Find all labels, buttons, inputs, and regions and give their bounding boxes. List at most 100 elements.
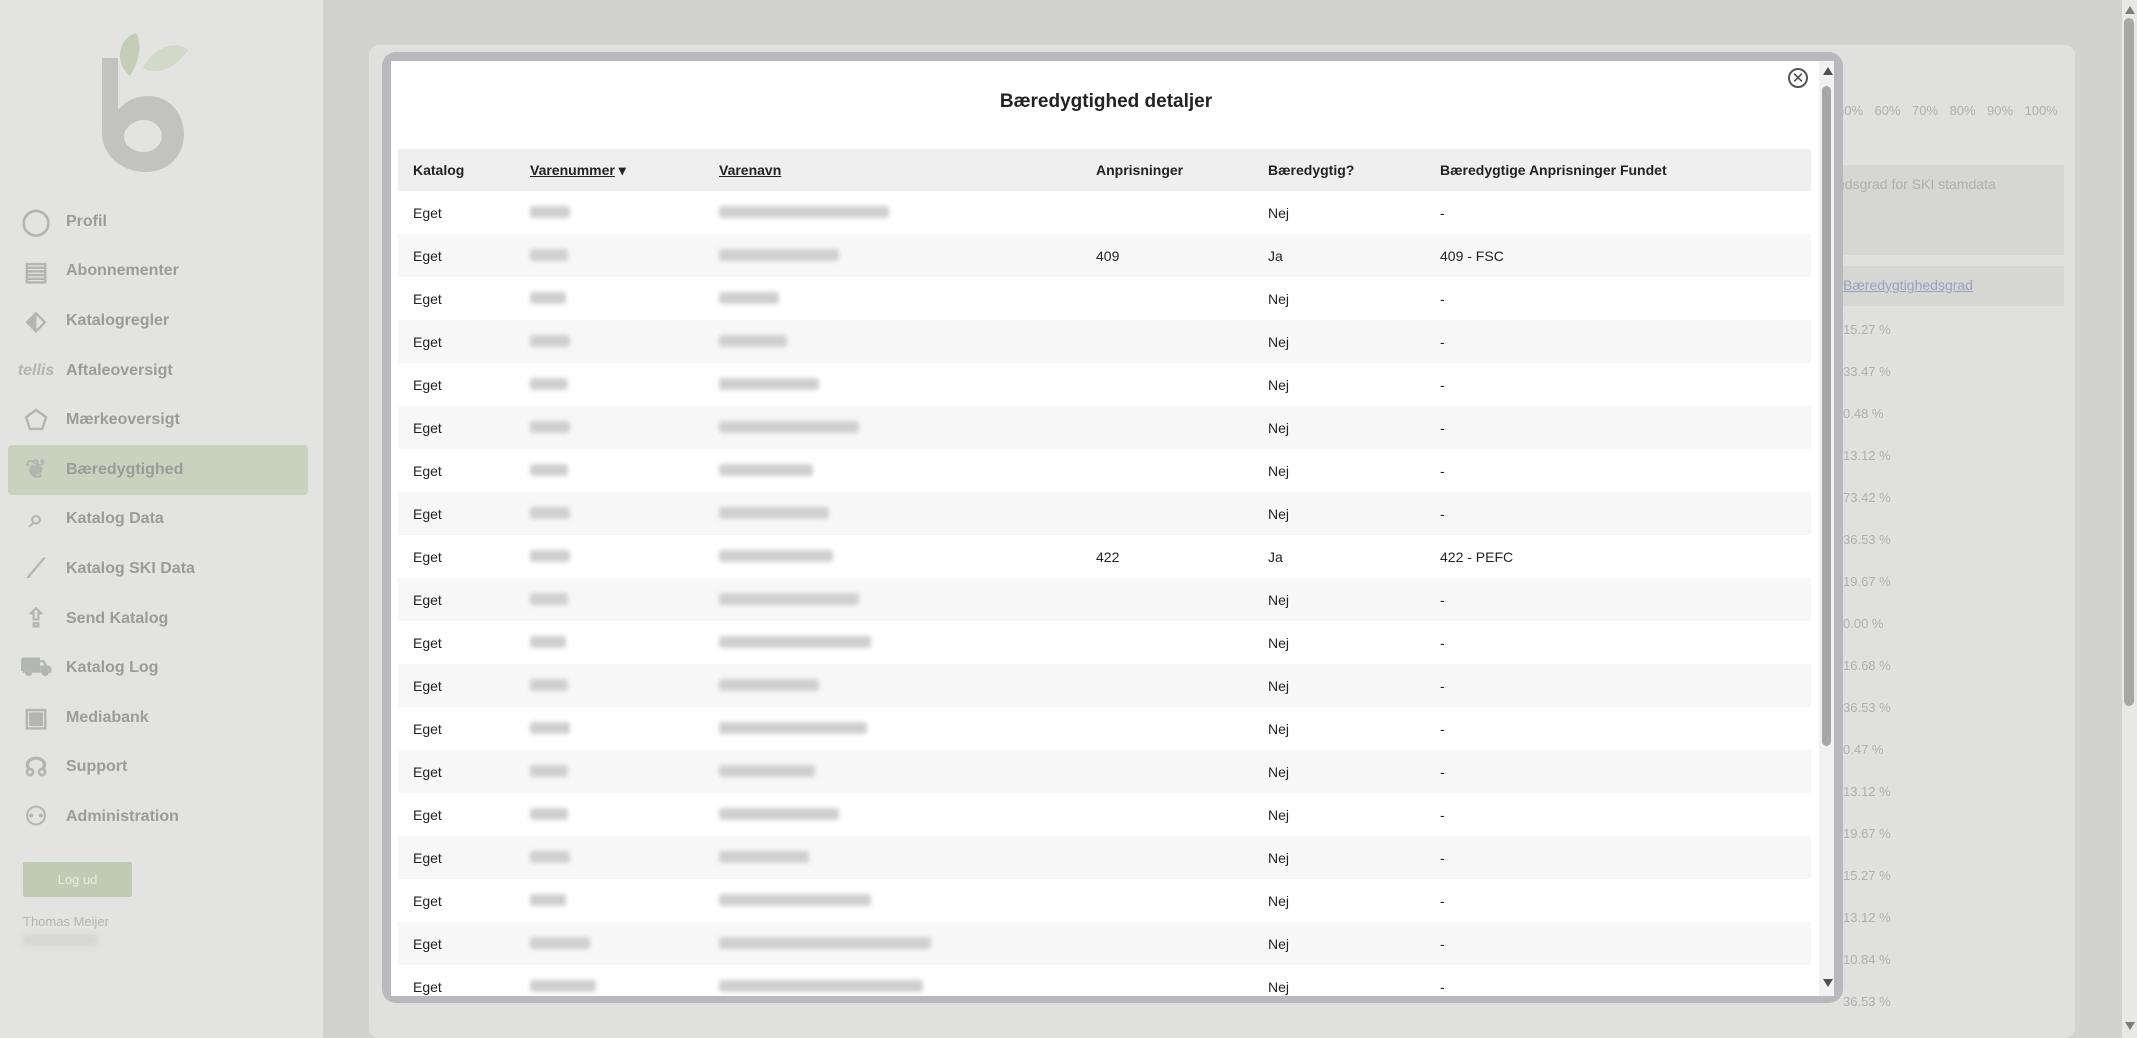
cell-anprisninger: 409 xyxy=(1096,247,1120,264)
scroll-down-arrow-icon[interactable] xyxy=(1823,979,1833,987)
cell-baeredygtig: Nej xyxy=(1268,634,1290,651)
cell-anprisninger xyxy=(1081,449,1253,492)
tag-icon: ⬠ xyxy=(24,404,48,435)
cell-varenummer-redacted xyxy=(515,535,704,578)
cell-varenummer-redacted xyxy=(515,922,704,965)
cell-fundet: - xyxy=(1440,763,1445,780)
cell-fundet: - xyxy=(1440,935,1445,952)
page-scrollbar-thumb[interactable] xyxy=(2124,18,2134,706)
cell-varenavn-redacted xyxy=(704,707,1081,750)
cell-baeredygtig: Nej xyxy=(1268,333,1290,350)
redacted-text xyxy=(719,205,889,218)
table-row: Eget 422 Ja 422 - PEFC xyxy=(398,535,1811,578)
background-percentage: 33.47 % xyxy=(1843,364,1891,379)
cell-katalog: Eget xyxy=(413,548,442,565)
col-katalog: Katalog xyxy=(413,162,465,178)
sidebar-item[interactable]: ◯ Profil xyxy=(8,197,308,247)
cell-varenavn-redacted xyxy=(704,793,1081,836)
cell-varenummer-redacted xyxy=(515,277,704,320)
background-percentage: 13.12 % xyxy=(1843,448,1891,463)
cell-varenummer-redacted xyxy=(515,664,704,707)
cell-varenavn-redacted xyxy=(704,320,1081,363)
close-icon[interactable]: ✕ xyxy=(1788,68,1808,88)
cell-varenavn-redacted xyxy=(704,234,1081,277)
cell-varenavn-redacted xyxy=(704,664,1081,707)
cell-katalog: Eget xyxy=(413,376,442,393)
background-column-header[interactable]: Bæredygtighedsgrad xyxy=(1843,277,1973,293)
username: Thomas Meijer xyxy=(23,914,109,929)
cell-varenavn-redacted xyxy=(704,449,1081,492)
sidebar-item[interactable]: ⚇ Administration xyxy=(8,792,308,842)
sidebar-item[interactable]: ⬠ Mærkeoversigt xyxy=(8,395,308,445)
col-varenavn-label[interactable]: Varenavn xyxy=(719,162,781,178)
user-gear-icon: ⚇ xyxy=(24,801,48,832)
table-row: Eget Nej - xyxy=(398,578,1811,621)
background-percentage: 73.42 % xyxy=(1843,490,1891,505)
sidebar-item[interactable]: ⛟ Katalog Log xyxy=(8,643,308,693)
sort-desc-icon[interactable]: ▾ xyxy=(619,162,626,178)
redacted-text xyxy=(530,721,570,734)
cell-varenummer-redacted xyxy=(515,406,704,449)
user-subtitle-redacted xyxy=(23,934,98,946)
brand-logo xyxy=(102,33,188,172)
redacted-text xyxy=(719,377,819,390)
sidebar-item[interactable]: tellis Aftaleoversigt xyxy=(8,346,308,396)
logout-button[interactable]: Log ud xyxy=(23,862,132,897)
page-scroll-up-arrow-icon[interactable] xyxy=(2125,6,2135,14)
background-percentage: 16.68 % xyxy=(1843,658,1891,673)
cell-baeredygtig: Ja xyxy=(1268,548,1283,565)
redacted-text xyxy=(530,936,590,949)
table-row: Eget Nej - xyxy=(398,879,1811,922)
redacted-text xyxy=(530,850,570,863)
cell-anprisninger xyxy=(1081,879,1253,922)
sustainability-details-modal: Bæredygtighed detaljer ✕ Katalog Varenum… xyxy=(391,61,1834,996)
redacted-text xyxy=(530,205,570,218)
col-varenummer-label[interactable]: Varenummer xyxy=(530,162,615,178)
sidebar-item[interactable]: ☊ Support xyxy=(8,743,308,793)
modal-scrollbar-thumb[interactable] xyxy=(1822,86,1831,746)
magnifier-icon: ⌕ xyxy=(28,503,44,534)
redacted-text xyxy=(530,377,568,390)
cell-varenavn-redacted xyxy=(704,922,1081,965)
background-percentage: 15.27 % xyxy=(1843,322,1891,337)
sidebar-item[interactable]: ⟋ Katalog SKI Data xyxy=(8,544,308,594)
table-row: Eget Nej - xyxy=(398,793,1811,836)
sidebar-item[interactable]: ▤ Abonnementer xyxy=(8,247,308,297)
sidebar-item[interactable]: ⇪ Send Katalog xyxy=(8,594,308,644)
scroll-up-arrow-icon[interactable] xyxy=(1823,67,1833,75)
redacted-text xyxy=(719,506,829,519)
sidebar-item-label: Katalog Log xyxy=(66,659,159,677)
table-row: Eget Nej - xyxy=(398,363,1811,406)
redacted-text xyxy=(719,592,859,605)
col-varenavn[interactable]: Varenavn xyxy=(704,149,1081,191)
cell-baeredygtig: Nej xyxy=(1268,849,1290,866)
cell-varenavn-redacted xyxy=(704,965,1081,996)
cell-varenavn-redacted xyxy=(704,191,1081,234)
sidebar-item[interactable]: ▣ Mediabank xyxy=(8,693,308,743)
sidebar-item[interactable]: ⬖ Katalogregler xyxy=(8,296,308,346)
sidebar-nav: ◯ Profil ▤ Abonnementer ⬖ Katalogregler tellis… xyxy=(8,197,308,842)
cell-varenavn-redacted xyxy=(704,750,1081,793)
cell-baeredygtig: Nej xyxy=(1268,806,1290,823)
sidebar-item-label: Aftaleoversigt xyxy=(66,361,173,379)
table-body: Eget Nej - Eget 409 Ja 409 - FSC Eget Nej - Eget Ne… xyxy=(398,191,1811,996)
sidebar-item-label: Mærkeoversigt xyxy=(66,411,180,429)
details-table-wrap: Katalog Varenummer ▾ Varenavn Anprisning… xyxy=(398,149,1811,996)
sidebar-item[interactable]: ⌕ Katalog Data xyxy=(8,495,308,545)
upload-icon: ⇪ xyxy=(25,603,47,634)
sidebar-item[interactable]: ❦ Bæredygtighed xyxy=(8,444,308,495)
table-row: Eget Nej - xyxy=(398,492,1811,535)
redacted-text xyxy=(719,420,859,433)
cell-fundet: - xyxy=(1440,333,1445,350)
cell-baeredygtig: Nej xyxy=(1268,591,1290,608)
cell-baeredygtig: Ja xyxy=(1268,247,1283,264)
cell-anprisninger xyxy=(1081,363,1253,406)
scale-label: 70% xyxy=(1912,103,1939,118)
page-scroll-down-arrow-icon[interactable] xyxy=(2125,1022,2135,1030)
redacted-text xyxy=(719,807,839,820)
cell-katalog: Eget xyxy=(413,591,442,608)
col-varenummer[interactable]: Varenummer ▾ xyxy=(515,149,704,191)
cell-varenavn-redacted xyxy=(704,621,1081,664)
cell-fundet: - xyxy=(1440,892,1445,909)
cell-anprisninger xyxy=(1081,277,1253,320)
